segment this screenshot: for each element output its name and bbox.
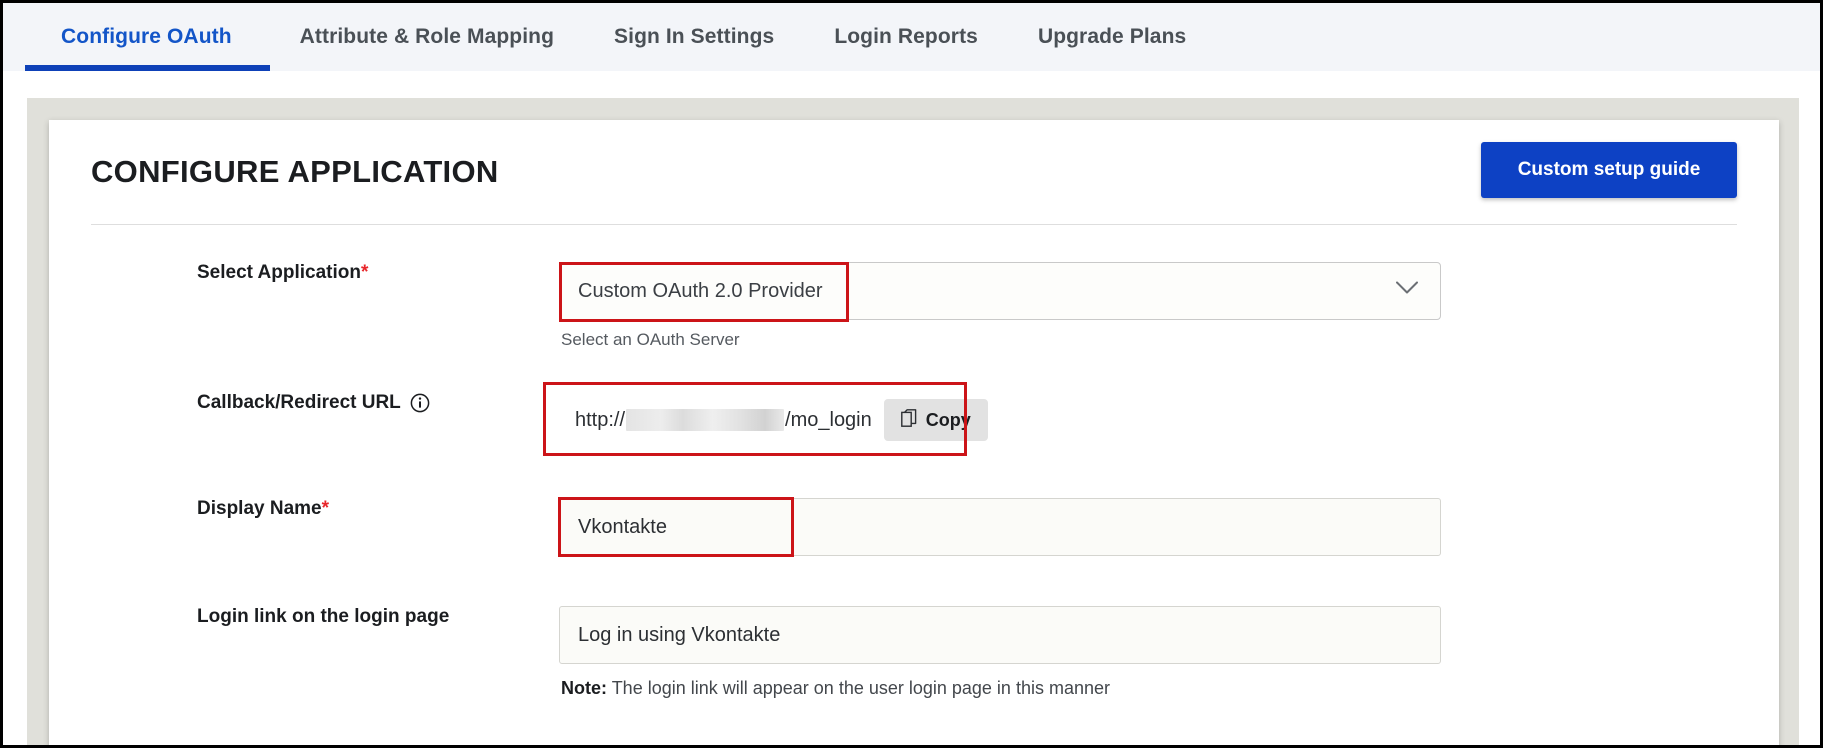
login-link-label: Login link on the login page: [197, 606, 450, 627]
card-header: CONFIGURE APPLICATION Custom setup guide: [49, 120, 1779, 225]
copy-callback-url-button[interactable]: Copy: [883, 399, 988, 441]
callback-url-prefix: http://: [575, 408, 626, 431]
login-link-input[interactable]: [559, 606, 1441, 664]
select-application-field: Custom OAuth 2.0 Provider Select an OAut…: [559, 262, 1779, 350]
page-title: CONFIGURE APPLICATION: [91, 154, 499, 189]
configure-application-card: CONFIGURE APPLICATION Custom setup guide…: [49, 120, 1779, 745]
callback-url-value: http:// /mo_login: [575, 409, 872, 432]
tab-configure-oauth[interactable]: Configure OAuth: [25, 3, 270, 71]
tab-bar: Configure OAuth Attribute & Role Mapping…: [3, 3, 1820, 71]
form-row-display-name: Display Name *: [49, 497, 1779, 557]
chevron-down-icon[interactable]: [1396, 281, 1418, 301]
tab-label: Configure OAuth: [61, 25, 232, 48]
required-asterisk: *: [321, 498, 330, 519]
select-application-dropdown[interactable]: Custom OAuth 2.0 Provider: [559, 262, 1441, 322]
callback-url-suffix: /mo_login: [785, 408, 872, 431]
login-link-note: Note: The login link will appear on the …: [559, 678, 1779, 699]
tab-label: Upgrade Plans: [1037, 25, 1187, 48]
select-application-value: Custom OAuth 2.0 Provider: [578, 279, 823, 302]
app-window: Configure OAuth Attribute & Role Mapping…: [0, 0, 1823, 748]
info-circle-icon[interactable]: [410, 393, 430, 413]
form-row-callback-url: Callback/Redirect URL http:// /mo_login …: [49, 382, 1779, 456]
callback-url-label: Callback/Redirect URL: [49, 392, 559, 414]
tab-sign-in-settings[interactable]: Sign In Settings: [584, 3, 804, 71]
select-application-label: Select Application *: [197, 262, 369, 283]
form-row-select-application: Select Application * Custom OAuth 2.0 Pro…: [49, 262, 1779, 350]
copy-icon: [900, 408, 917, 432]
callback-url-box[interactable]: http:// /mo_login Copy: [543, 382, 988, 456]
login-link-field: Note: The login link will appear on the …: [559, 606, 1779, 699]
note-prefix: Note:: [561, 678, 607, 698]
tab-upgrade-plans[interactable]: Upgrade Plans: [1008, 3, 1216, 71]
redacted-host: [626, 409, 785, 431]
display-name-input[interactable]: [559, 498, 1441, 556]
display-name-field: [558, 497, 1779, 557]
copy-button-label: Copy: [925, 409, 971, 430]
select-application-helper-text: Select an OAuth Server: [561, 330, 740, 349]
required-asterisk: *: [361, 262, 369, 283]
form-row-login-link: Login link on the login page Note: The l…: [49, 606, 1779, 699]
custom-setup-guide-button[interactable]: Custom setup guide: [1481, 142, 1737, 198]
panel-frame: CONFIGURE APPLICATION Custom setup guide…: [27, 98, 1799, 745]
note-text: The login link will appear on the user l…: [611, 678, 1110, 698]
callback-url-field: http:// /mo_login Copy: [543, 382, 1779, 456]
display-name-label: Display Name *: [197, 498, 330, 519]
configure-application-form: Select Application * Custom OAuth 2.0 Pro…: [49, 226, 1779, 699]
header-divider: [91, 224, 1737, 225]
tab-attribute-role-mapping[interactable]: Attribute & Role Mapping: [270, 3, 584, 71]
tab-label: Login Reports: [834, 25, 978, 48]
tab-label: Attribute & Role Mapping: [299, 25, 555, 48]
tab-label: Sign In Settings: [614, 25, 775, 48]
tab-login-reports[interactable]: Login Reports: [804, 3, 1008, 71]
